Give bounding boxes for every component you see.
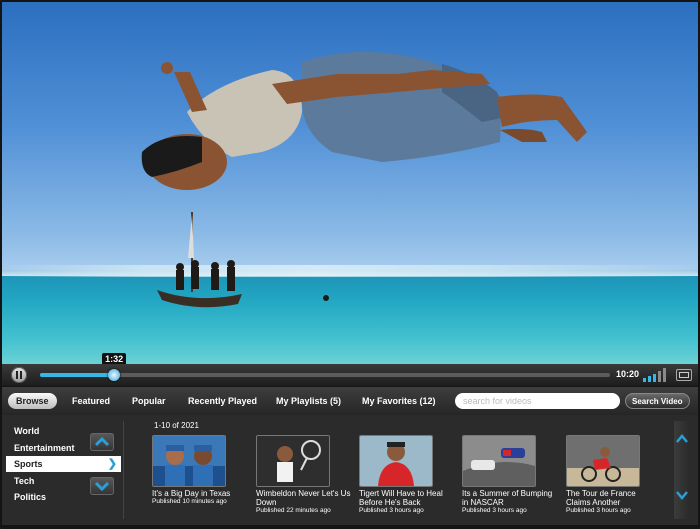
tab-popular[interactable]: Popular <box>124 393 174 409</box>
video-card[interactable]: The Tour de France Claims Another Publis… <box>566 435 661 515</box>
progress-fill <box>40 373 115 377</box>
video-card[interactable]: It's a Big Day in Texas Published 10 min… <box>152 435 247 506</box>
chevron-down-icon <box>95 481 109 491</box>
video-card[interactable]: Its a Summer of Bumping in NASCAR Publis… <box>462 435 557 515</box>
video-card[interactable]: Tigert Will Have to Heal Before He's Bac… <box>359 435 454 515</box>
control-bar: 10:20 <box>2 364 698 386</box>
video-title[interactable]: The Tour de France Claims Another <box>566 489 661 507</box>
pause-icon[interactable] <box>11 367 27 383</box>
video-meta: Published 22 minutes ago <box>256 507 331 514</box>
scrubber-handle[interactable] <box>108 369 121 381</box>
chevron-right-icon: ❯ <box>107 458 117 471</box>
video-meta: Published 3 hours ago <box>359 507 424 514</box>
results-range: 1-10 of 2021 <box>154 421 199 430</box>
chevron-up-icon <box>95 437 109 447</box>
video-thumbnail[interactable] <box>359 435 433 487</box>
tab-my-favorites[interactable]: My Favorites (12) <box>354 393 444 409</box>
results-scrollbar[interactable] <box>674 421 690 519</box>
tab-recently-played[interactable]: Recently Played <box>180 393 265 409</box>
nav-bar: Browse Featured Popular Recently Played … <box>2 387 698 415</box>
browse-panel: World Entertainment Sports ❯ Tech Politi… <box>2 415 698 525</box>
video-meta: Published 10 minutes ago <box>152 498 227 505</box>
video-thumbnail[interactable] <box>566 435 640 487</box>
video-meta: Published 3 hours ago <box>462 507 527 514</box>
video-card[interactable]: Wimbeldon Never Let's Us Down Published … <box>256 435 351 515</box>
video-thumbnail[interactable] <box>462 435 536 487</box>
search-input[interactable] <box>455 393 620 409</box>
video-thumbnail[interactable] <box>152 435 226 487</box>
category-label: Sports <box>14 459 43 470</box>
category-up-button[interactable] <box>90 433 114 451</box>
chevron-up-icon[interactable] <box>675 427 689 451</box>
volume-bars-icon[interactable] <box>642 367 670 383</box>
search-video-button[interactable]: Search Video <box>625 393 690 409</box>
tab-featured[interactable]: Featured <box>64 393 118 409</box>
duration-label: 10:20 <box>616 369 640 379</box>
category-sports[interactable]: Sports ❯ <box>6 456 121 473</box>
video-frame[interactable] <box>2 2 698 364</box>
tab-browse[interactable]: Browse <box>8 393 57 409</box>
fullscreen-icon[interactable] <box>676 369 692 381</box>
chevron-down-icon[interactable] <box>675 483 689 507</box>
video-title[interactable]: Its a Summer of Bumping in NASCAR <box>462 489 557 507</box>
progress-bar[interactable] <box>40 369 610 381</box>
video-thumbnail[interactable] <box>256 435 330 487</box>
video-player: 1:32 10:20 Browse Featured Popular Recen… <box>0 0 700 529</box>
video-title[interactable]: Wimbeldon Never Let's Us Down <box>256 489 351 507</box>
video-title[interactable]: It's a Big Day in Texas <box>152 489 247 498</box>
category-down-button[interactable] <box>90 477 114 495</box>
tab-my-playlists[interactable]: My Playlists (5) <box>268 393 349 409</box>
video-title[interactable]: Tigert Will Have to Heal Before He's Bac… <box>359 489 454 507</box>
video-still <box>141 52 587 308</box>
video-meta: Published 3 hours ago <box>566 507 631 514</box>
